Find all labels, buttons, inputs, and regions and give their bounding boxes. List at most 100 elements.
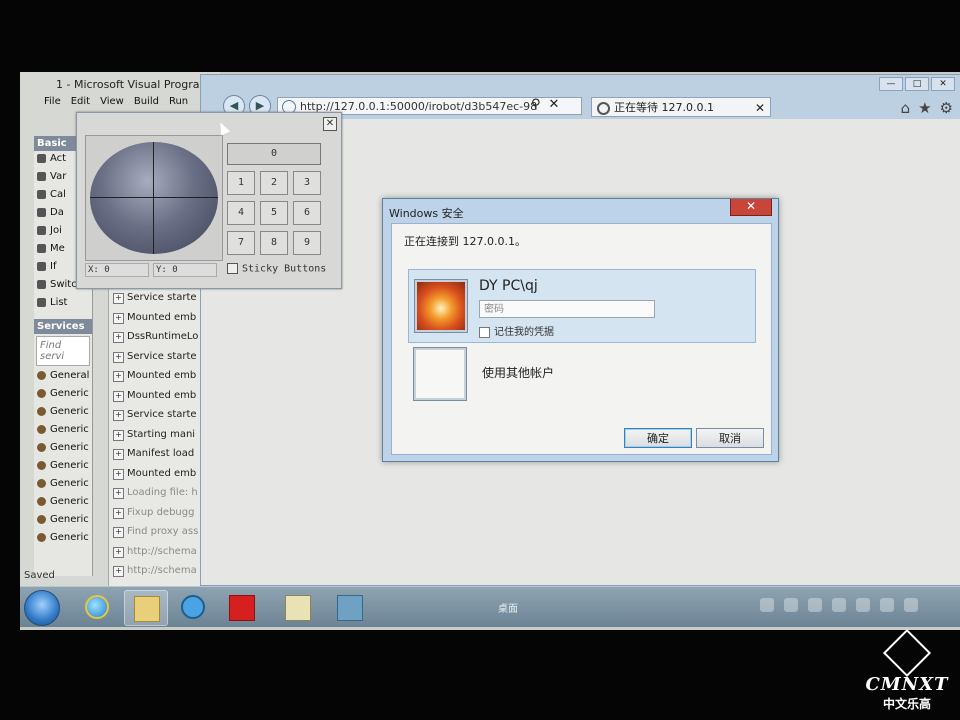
service-item[interactable]: Generic [34,386,92,404]
search-icon[interactable]: ⚲ [531,97,541,112]
watermark-subtext: 中文乐高 [882,697,931,711]
other-account-avatar[interactable] [414,348,466,400]
tab-loading[interactable]: 正在等待 127.0.0.1 ✕ [591,97,771,117]
user-avatar-flower [415,280,467,332]
dialog-close-icon[interactable]: ✕ [730,199,772,216]
services-header: Services [34,319,92,334]
menu-run[interactable]: Run [169,96,188,107]
checkbox-icon[interactable] [479,326,490,338]
dialog-body: 正在连接到 127.0.0.1。 DY PC\qj 密码 记住我的凭据 使用其他… [391,223,772,455]
screen: 1 - Microsoft Visual Programm File Edit … [20,72,960,630]
loading-spinner-icon [597,102,610,115]
crosshair-vertical [153,142,154,254]
joystick-ball[interactable] [90,142,218,254]
internet-explorer-icon [85,595,109,619]
service-item[interactable]: Generic [34,422,92,440]
status-bar-text: Saved [24,570,55,581]
toolbox-item[interactable]: List [34,295,92,313]
tray-volume-icon[interactable] [904,598,918,612]
menu-file[interactable]: File [44,96,61,107]
browser-e-icon [181,595,205,619]
service-item[interactable]: General [34,368,92,386]
keypad-button-6[interactable]: 6 [293,201,321,225]
connecting-message: 正在连接到 127.0.0.1。 [404,235,526,248]
stop-icon[interactable]: ✕ [549,97,560,112]
service-item[interactable]: Generic [34,476,92,494]
taskbar-browser-icon[interactable] [172,590,214,624]
acrobat-icon [229,595,255,621]
tab-title: 正在等待 127.0.0.1 [614,101,714,114]
keypad-button-8[interactable]: 8 [260,231,288,255]
minimize-icon[interactable]: — [879,77,903,91]
crosshair-horizontal [90,197,218,198]
close-icon[interactable]: ✕ [931,77,955,91]
taskbar-dss-icon[interactable] [328,590,370,624]
service-item[interactable]: Generic [34,494,92,512]
x-readout: X: 0 [85,263,149,277]
joystick-window: ✕ X: 0 Y: 0 0 1 2 3 4 5 6 7 8 9 Sticky B… [76,112,342,289]
vpl-title: 1 - Microsoft Visual Programm [56,78,221,91]
vpl-menu-bar: File Edit View Build Run [44,96,188,107]
network-diagram-icon [337,595,363,621]
ok-button[interactable]: 确定 [624,428,692,448]
tray-network-icon[interactable] [808,598,822,612]
service-item[interactable]: Generic [34,404,92,422]
taskbar-pdf-icon[interactable] [220,590,262,624]
tray-display-icon[interactable] [880,598,894,612]
desktop-toolbar-label[interactable]: 桌面 [498,600,518,615]
sticky-buttons-label: Sticky Buttons [242,263,327,275]
windows-security-dialog: Windows 安全 ✕ 正在连接到 127.0.0.1。 DY PC\qj 密… [382,198,779,462]
service-item[interactable]: Generic [34,512,92,530]
gear-icon[interactable]: ⚙ [940,99,953,117]
keypad-button-1[interactable]: 1 [227,171,255,195]
taskbar-ie-icon[interactable] [76,590,118,624]
tray-flag-icon[interactable] [832,598,846,612]
tray-power-icon[interactable] [856,598,870,612]
folder-icon [134,596,160,622]
menu-view[interactable]: View [100,96,124,107]
star-icon[interactable]: ★ [918,99,931,117]
tray-help-icon[interactable] [784,598,798,612]
tray-chevron-icon[interactable] [760,598,774,612]
address-controls: ⚲ ✕ [531,97,559,112]
dialog-title: Windows 安全 [389,207,464,220]
sticky-buttons-checkbox[interactable]: Sticky Buttons [227,263,326,275]
menu-edit[interactable]: Edit [71,96,90,107]
password-field[interactable]: 密码 [479,300,655,318]
keypad-button-2[interactable]: 2 [260,171,288,195]
taskbar-help-icon[interactable] [276,590,318,624]
browser-toolbar-icons: ⌂ ★ ⚙ [901,99,953,117]
account-name: DY PC\qj [479,278,538,294]
remember-credentials-checkbox[interactable]: 记住我的凭据 [479,323,554,338]
y-readout: Y: 0 [153,263,217,277]
keypad-button-7[interactable]: 7 [227,231,255,255]
system-tray [760,598,918,612]
joystick-pad[interactable] [85,135,223,261]
taskbar-folder-icon[interactable] [124,590,168,626]
home-icon[interactable]: ⌂ [901,99,911,117]
close-icon[interactable]: ✕ [323,117,337,131]
start-button-windows-icon[interactable] [24,590,60,626]
menu-build[interactable]: Build [134,96,159,107]
account-tile-selected[interactable]: DY PC\qj 密码 记住我的凭据 [408,269,756,343]
watermark-text: CMNXT [865,674,949,695]
service-item[interactable]: Generic [34,530,92,548]
taskbar: 桌面 [20,586,960,627]
cancel-button[interactable]: 取消 [696,428,764,448]
remember-label: 记住我的凭据 [494,327,554,338]
help-document-icon [285,595,311,621]
keypad-button-9[interactable]: 9 [293,231,321,255]
service-item[interactable]: Generic [34,440,92,458]
find-service-input[interactable]: Find servi [36,336,90,366]
checkbox-icon[interactable] [227,263,238,274]
site-watermark: CMNXT 中文乐高 [862,628,952,712]
keypad-button-3[interactable]: 3 [293,171,321,195]
maximize-icon[interactable]: □ [905,77,929,91]
watermark-logo-icon [882,628,932,678]
keypad-button-4[interactable]: 4 [227,201,255,225]
keypad-display: 0 [227,143,321,165]
keypad-button-5[interactable]: 5 [260,201,288,225]
use-other-account-link[interactable]: 使用其他帐户 [482,364,554,381]
tab-close-icon[interactable]: ✕ [755,98,765,118]
service-item[interactable]: Generic [34,458,92,476]
